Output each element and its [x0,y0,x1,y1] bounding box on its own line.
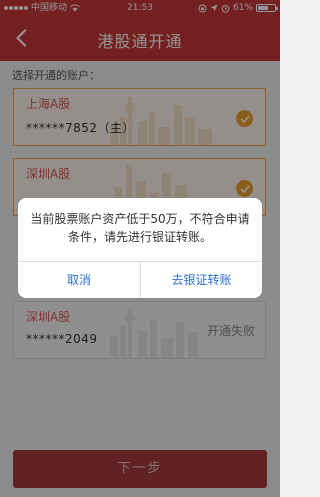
dialog-message: 当前股票账户资产低于50万，不符合申请条件，请先进行银证转账。 [30,212,250,244]
alert-dialog: 当前股票账户资产低于50万，不符合申请条件，请先进行银证转账。 取消 去银证转账 [18,198,262,298]
page: 中国移动 21:53 61% 港股通开通 选择开通的账户： 上海A股 *****… [0,0,280,497]
cancel-button[interactable]: 取消 [18,262,140,298]
transfer-button[interactable]: 去银证转账 [141,262,262,298]
